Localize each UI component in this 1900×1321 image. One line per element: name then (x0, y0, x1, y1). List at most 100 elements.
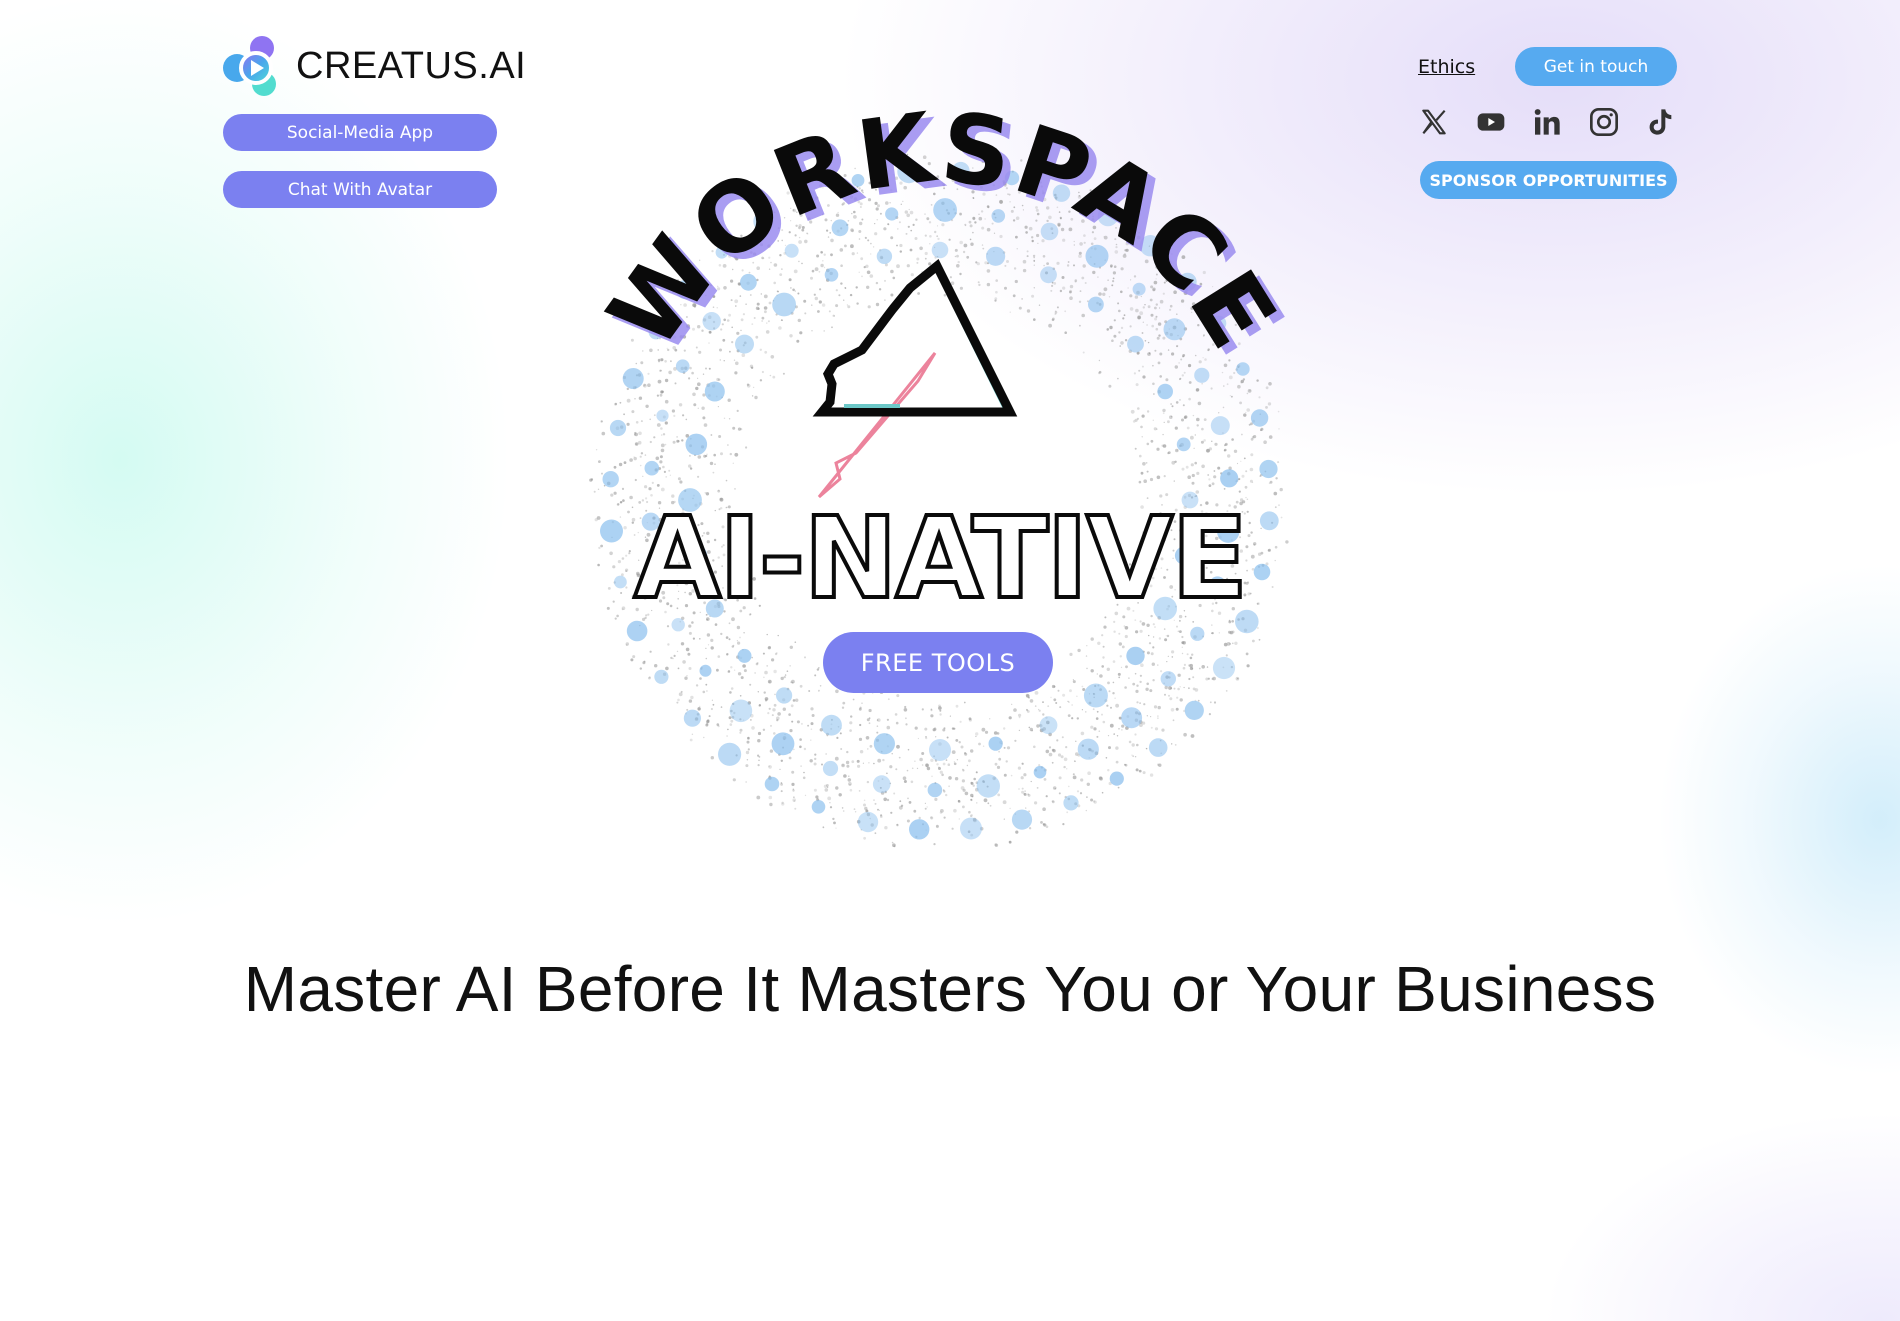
spray-speck (782, 707, 786, 711)
spray-speck (777, 634, 779, 637)
social-media-app-button[interactable]: Social-Media App (223, 114, 497, 151)
ethics-link[interactable]: Ethics (1418, 56, 1475, 78)
spray-speck (970, 782, 974, 785)
spray-speck (842, 701, 846, 705)
spray-speck (1085, 711, 1087, 713)
spray-speck (726, 319, 730, 322)
spray-dot (1259, 459, 1278, 479)
spray-speck (639, 464, 642, 467)
spray-speck (925, 736, 927, 738)
spray-speck (660, 390, 664, 394)
spray-speck (800, 765, 802, 767)
spray-speck (797, 318, 801, 323)
spray-speck (870, 253, 872, 255)
spray-speck (1120, 267, 1124, 271)
spray-speck (1025, 231, 1028, 234)
sponsor-opportunities-button[interactable]: SPONSOR OPPORTUNITIES (1420, 161, 1677, 199)
spray-speck (668, 370, 672, 375)
spray-speck (987, 802, 990, 805)
spray-speck (1016, 248, 1018, 250)
spray-speck (883, 227, 887, 231)
spray-speck (606, 606, 610, 610)
spray-speck (1038, 764, 1041, 767)
spray-speck (1265, 386, 1269, 390)
spray-speck (1177, 673, 1181, 677)
spray-dot (1250, 409, 1269, 427)
spray-speck (976, 802, 978, 804)
get-in-touch-button[interactable]: Get in touch (1515, 47, 1677, 86)
spray-speck (1139, 629, 1143, 633)
spray-speck (1108, 296, 1111, 298)
spray-dot (600, 519, 623, 543)
spray-speck (857, 764, 861, 768)
spray-speck (791, 679, 795, 684)
spray-speck (1163, 475, 1166, 478)
social-link-youtube[interactable] (1475, 104, 1532, 140)
social-link-linkedin[interactable] (1531, 104, 1588, 140)
free-tools-button[interactable]: FREE TOOLS (823, 632, 1053, 693)
spray-speck (1085, 655, 1088, 657)
spray-speck (1006, 260, 1009, 263)
spray-speck (742, 313, 745, 316)
spray-speck (1084, 282, 1087, 284)
spray-speck (1014, 279, 1018, 284)
spray-speck (868, 708, 872, 713)
spray-speck (986, 282, 991, 287)
spray-speck (1079, 242, 1083, 246)
spray-speck (686, 675, 688, 677)
spray-speck (768, 765, 771, 768)
spray-speck (859, 750, 864, 754)
spray-speck (1046, 262, 1049, 265)
spray-speck (813, 762, 817, 766)
social-link-instagram[interactable] (1588, 104, 1645, 140)
spray-speck (658, 360, 660, 363)
spray-speck (984, 730, 989, 734)
spray-speck (946, 736, 949, 739)
spray-speck (822, 826, 824, 828)
spray-speck (768, 681, 771, 683)
spray-speck (764, 310, 767, 314)
spray-speck (858, 707, 862, 711)
spray-speck (705, 657, 708, 660)
spray-speck (648, 676, 651, 680)
spray-speck (910, 780, 914, 784)
spray-speck (1006, 746, 1011, 750)
spray-speck (799, 738, 802, 741)
spray-speck (1072, 775, 1077, 780)
spray-speck (634, 478, 637, 482)
spray-speck (1183, 371, 1186, 374)
spray-speck (843, 774, 847, 778)
hero-headline: Master AI Before It Masters You or Your … (243, 953, 1657, 1025)
spray-speck (708, 342, 710, 344)
spray-speck (1028, 696, 1030, 699)
spray-speck (1183, 663, 1186, 667)
spray-speck (834, 756, 839, 761)
spray-speck (894, 713, 898, 716)
spray-speck (1241, 474, 1245, 478)
spray-dot (1040, 266, 1057, 284)
spray-speck (924, 807, 927, 810)
spray-speck (765, 330, 770, 334)
spray-speck (1138, 369, 1141, 372)
spray-speck (799, 684, 803, 688)
spray-speck (731, 341, 734, 344)
spray-speck (868, 762, 870, 764)
spray-speck (1157, 322, 1162, 326)
spray-speck (1174, 426, 1178, 430)
brand-logo[interactable]: CREATUS.AI (222, 34, 526, 98)
spray-speck (839, 248, 844, 252)
social-link-tiktok[interactable] (1644, 104, 1701, 140)
spray-speck (1024, 790, 1026, 793)
spray-speck (1208, 447, 1212, 451)
spray-speck (1121, 724, 1125, 728)
spray-speck (863, 799, 866, 802)
spray-dot (602, 471, 619, 488)
spray-speck (884, 826, 888, 830)
spray-speck (1183, 732, 1187, 737)
spray-speck (989, 804, 992, 807)
spray-speck (874, 832, 877, 835)
social-link-x[interactable] (1418, 104, 1475, 140)
spray-speck (870, 242, 872, 245)
spray-speck (959, 240, 963, 245)
chat-with-avatar-button[interactable]: Chat With Avatar (223, 171, 497, 208)
